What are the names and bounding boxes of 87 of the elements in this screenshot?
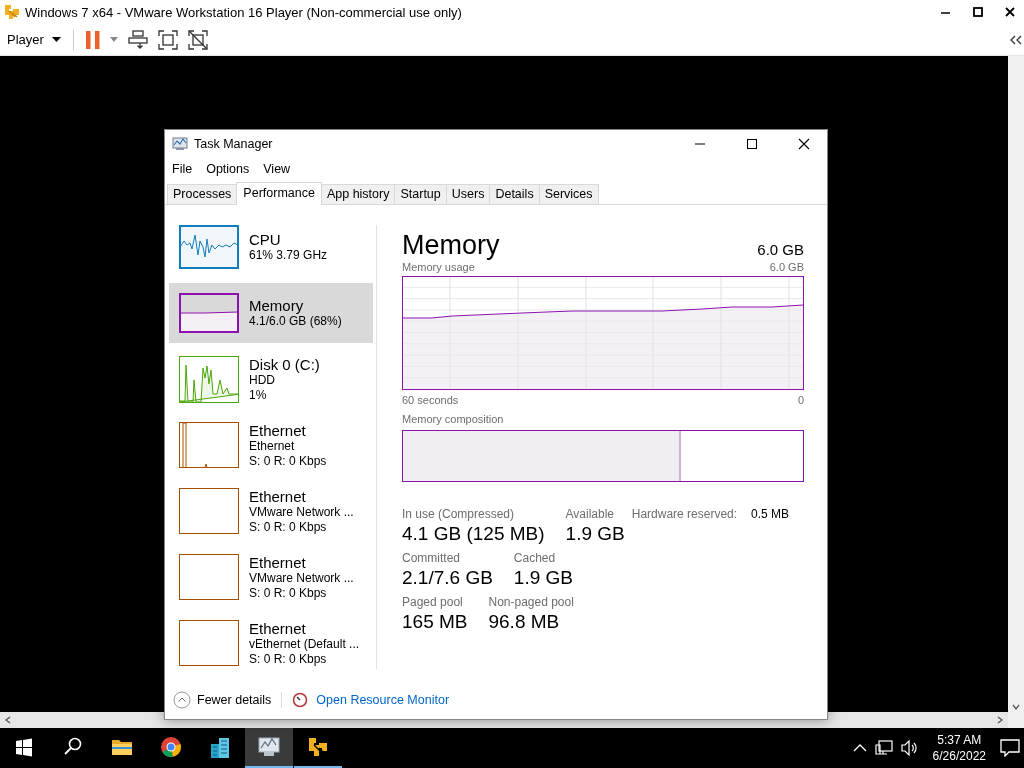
tab[interactable]: Startup: [394, 184, 447, 204]
device-detail: Ethernet: [249, 438, 296, 454]
stat-label: Available: [565, 507, 616, 521]
buildings-icon: [209, 736, 231, 758]
tab[interactable]: Users: [445, 184, 491, 204]
tab[interactable]: Services: [538, 184, 599, 204]
device-detail: S: 0 R: 0 Kbps: [249, 519, 328, 535]
sidebar-item[interactable]: CPU 61% 3.79 GHz: [169, 217, 373, 277]
stat-value: 4.1 GB (125 MB): [402, 523, 545, 545]
sidebar-item[interactable]: Ethernet VMware Network ... S: 0 R: 0 Kbps: [169, 547, 373, 607]
sidebar-item[interactable]: Ethernet VMware Network ... S: 0 R: 0 Kbps: [169, 481, 373, 541]
device-name: Memory: [249, 297, 305, 314]
device-detail: 1%: [249, 387, 268, 403]
stat-value: 165 MB: [402, 611, 468, 633]
menu-item[interactable]: Options: [206, 162, 250, 177]
section-title: Memory: [402, 230, 500, 260]
stat-label: In use (Compressed): [402, 507, 516, 521]
stat-value: 96.8 MB: [488, 611, 561, 633]
vmware-logo-icon: [3, 3, 21, 21]
sidebar-item[interactable]: Disk 0 (C:) HDD 1%: [169, 349, 373, 409]
sidebar-item[interactable]: Ethernet vEthernet (Default ... S: 0 R: 0 Kbps: [169, 613, 373, 673]
axis-label: 0: [797, 393, 804, 407]
tab[interactable]: Processes: [167, 184, 238, 204]
scroll-left-icon[interactable]: [3, 715, 13, 725]
stat-label: Committed: [402, 551, 461, 565]
scroll-right-icon[interactable]: [995, 715, 1005, 725]
stat-label: Hardware reserved:: [631, 507, 738, 521]
graph-label: Memory usage: [402, 260, 475, 274]
task-manager-icon: [172, 137, 188, 151]
device-detail: VMware Network ...: [249, 504, 354, 520]
resource-monitor-link[interactable]: Open Resource Monitor: [316, 693, 450, 707]
clock-time[interactable]: 5:37 AM: [937, 732, 982, 748]
device-detail: 4.1/6.0 GB (68%): [249, 314, 342, 329]
window-title: Task Manager: [194, 137, 274, 151]
graph-label: Memory composition: [402, 412, 504, 426]
fullscreen-icon[interactable]: [157, 29, 178, 50]
device-detail: S: 0 R: 0 Kbps: [249, 585, 328, 601]
device-name: Ethernet: [249, 421, 307, 439]
device-name: Ethernet: [249, 619, 307, 637]
device-detail: HDD: [249, 372, 276, 388]
stat-label: Paged pool: [402, 595, 464, 609]
stat-label: Cached: [513, 551, 557, 565]
unity-off-icon[interactable]: [187, 29, 208, 50]
speaker-icon[interactable]: [900, 740, 919, 756]
windows-icon: [13, 736, 35, 758]
caret-icon[interactable]: [109, 37, 118, 42]
pause-icon[interactable]: [85, 30, 100, 49]
stat-label: Non-paged pool: [488, 595, 574, 609]
task-manager-icon: [258, 736, 280, 758]
device-detail: vEthernet (Default ...: [249, 636, 360, 652]
taskbar-button[interactable]: [245, 728, 293, 768]
fewer-details-button[interactable]: Fewer details: [173, 691, 272, 709]
player-menu-button[interactable]: Player: [7, 32, 61, 47]
network-icon[interactable]: [874, 740, 893, 756]
graph-max-label: 6.0 GB: [769, 260, 804, 274]
stat-value: 1.9 GB: [565, 523, 625, 545]
stat-value: 1.9 GB: [513, 567, 573, 589]
tab[interactable]: Performance: [236, 182, 322, 205]
scroll-down-icon[interactable]: [1011, 702, 1021, 712]
caret-icon: [51, 37, 61, 42]
chevron-up-icon[interactable]: [852, 743, 867, 753]
device-name: Ethernet: [249, 487, 307, 505]
device-name: CPU: [249, 231, 282, 248]
tab[interactable]: App history: [320, 184, 396, 204]
device-detail: S: 0 R: 0 Kbps: [249, 651, 328, 667]
chevron-up-icon: [173, 691, 191, 709]
clock-date[interactable]: 6/26/2022: [932, 748, 986, 764]
browser-icon: [160, 736, 182, 758]
send-keys-icon[interactable]: [127, 29, 148, 50]
device-detail: S: 0 R: 0 Kbps: [249, 453, 327, 469]
device-detail: VMware Network ...: [249, 570, 354, 586]
stat-value: 2.1/7.6 GB: [402, 567, 493, 589]
menu-item[interactable]: View: [263, 162, 291, 177]
window-title: Windows 7 x64 - VMware Workstation 16 Player (Non-commercial use only): [25, 4, 463, 20]
device-detail: 61% 3.79 GHz: [249, 248, 328, 263]
vmware-logo-icon: [307, 736, 329, 758]
sidebar-item[interactable]: Ethernet Ethernet S: 0 R: 0 Kbps: [169, 415, 373, 475]
device-name: Ethernet: [249, 553, 307, 571]
tab[interactable]: Details: [489, 184, 540, 204]
menu-item[interactable]: File: [172, 162, 193, 177]
sidebar-item[interactable]: Memory 4.1/6.0 GB (68%): [169, 283, 373, 343]
stat-value: 0.5 MB: [751, 507, 790, 521]
device-name: Disk 0 (C:): [249, 355, 320, 373]
gauge-icon: [292, 692, 309, 708]
axis-label: 60 seconds: [402, 393, 459, 407]
total-memory: 6.0 GB: [757, 241, 804, 258]
notification-icon[interactable]: [1000, 739, 1020, 757]
